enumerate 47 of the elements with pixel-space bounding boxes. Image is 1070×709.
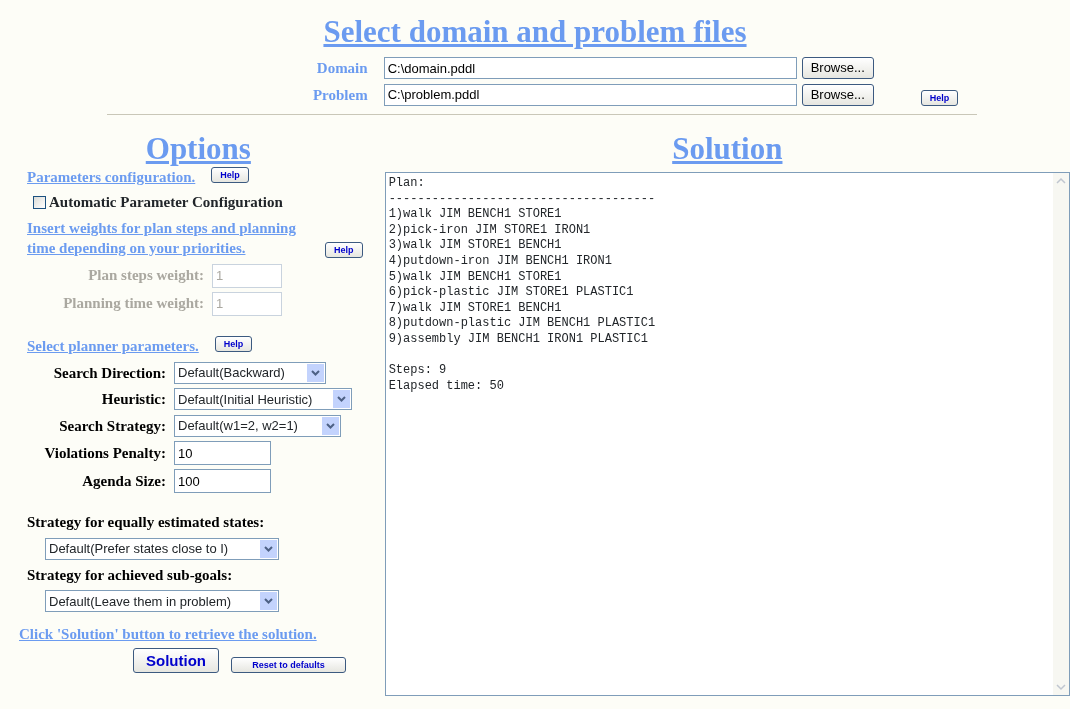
solution-line: 4)putdown-iron JIM BENCH1 IRON1 [388, 253, 613, 270]
parameter-label: Search Strategy: [58, 416, 166, 436]
solution-title: Solution [672, 133, 783, 164]
browse-button[interactable]: Browse... [801, 57, 874, 80]
strategy-label: Strategy for achieved sub-goals: [27, 565, 234, 585]
help-button[interactable]: Help [920, 90, 959, 106]
parameter-dropdown[interactable]: Default(Backward) [174, 361, 326, 384]
parameter-label: Agenda Size: [81, 471, 166, 491]
solution-line: Plan: [388, 176, 426, 192]
summary-line: Steps: 9 [388, 363, 448, 379]
parameter-dropdown[interactable]: Default(w1=2, w2=1) [174, 414, 341, 437]
domain-label: Domain [315, 59, 368, 78]
help-button[interactable]: Help [325, 241, 363, 258]
parameter-label: Heuristic: [100, 390, 166, 409]
weight-label: Plan steps weight: [87, 266, 204, 286]
parameter-field[interactable]: 100 [174, 469, 271, 493]
checkbox-label[interactable]: Automatic Parameter Configuration [33, 191, 380, 214]
solution-line: 2)pick-iron JIM STORE1 IRON1 [388, 222, 592, 239]
solution-line: 8)putdown-plastic JIM BENCH1 PLASTIC1 [388, 316, 657, 332]
checkbox[interactable] [33, 195, 46, 209]
parameter-field[interactable]: 10 [174, 441, 271, 465]
browse-button[interactable]: Browse... [801, 83, 874, 106]
parameter-dropdown[interactable]: Default(Initial Heuristic) [174, 388, 352, 411]
options-title: Options [145, 133, 251, 164]
help-button[interactable]: Help [211, 167, 249, 183]
domain-file-field[interactable]: C:\domain.pddl [383, 57, 797, 80]
page-title: Select domain and problem files [323, 16, 747, 47]
help-button[interactable]: Help [214, 335, 253, 352]
scrollbar[interactable] [1053, 173, 1069, 695]
weight-label: Planning time weight: [62, 294, 204, 314]
solution-line: 3)walk JIM STORE1 BENCH1 [388, 238, 563, 254]
solution-line: 6)pick-plastic JIM STORE1 PLASTIC1 [388, 285, 635, 301]
solution-line: 1)walk JIM BENCH1 STORE1 [388, 207, 563, 223]
solution-button[interactable]: Solution [133, 648, 219, 673]
parameter-label: Search Direction: [52, 363, 166, 383]
solution-line: 9)assembly JIM BENCH1 IRON1 PLASTIC1 [388, 331, 649, 348]
problem-label: Problem [311, 85, 368, 105]
solution-line: ------------------------------------- [388, 191, 657, 208]
strategy-dropdown[interactable]: Default(Prefer states close to I) [45, 537, 279, 560]
reset-button[interactable]: Reset to defaults [231, 657, 346, 673]
summary-line: Elapsed time: 50 [388, 378, 505, 395]
problem-file-field[interactable]: C:\problem.pddl [383, 83, 797, 106]
strategy-label: Strategy for equally estimated states: [27, 513, 266, 532]
parameter-label: Violations Penalty: [43, 443, 166, 463]
strategy-dropdown[interactable]: Default(Leave them in problem) [45, 590, 279, 612]
solution-line: 7)walk JIM STORE1 BENCH1 [388, 300, 563, 317]
solution-line: 5)walk JIM BENCH1 STORE1 [388, 269, 563, 286]
